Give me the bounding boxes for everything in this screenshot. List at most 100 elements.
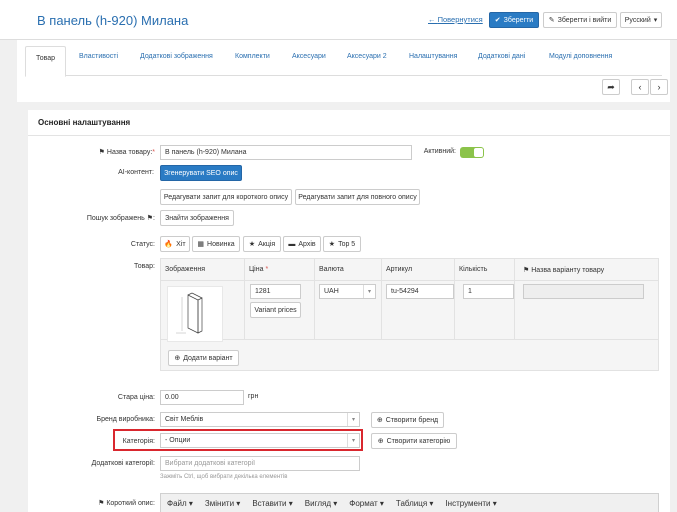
short-description-label: ⚑ Короткий опис: <box>98 499 155 507</box>
flag-icon: ⚑ <box>98 149 105 156</box>
edit-full-prompt-button[interactable]: Редагувати запит для повного опису <box>295 189 420 205</box>
save-button[interactable]: ✔ Зберегти <box>489 12 539 28</box>
caret-down-icon: ▾ <box>363 285 375 298</box>
menu-tools[interactable]: Інструменти ▾ <box>439 499 502 508</box>
add-variant-button[interactable]: ⊕ Додати варіант <box>168 350 239 366</box>
brand-label: Бренд виробника: <box>96 416 155 423</box>
edit-short-prompt-button[interactable]: Редагувати запит для короткого опису <box>160 189 292 205</box>
save-button-label: Зберегти <box>503 16 534 24</box>
back-link[interactable]: ← Повернутися <box>428 15 483 24</box>
old-price-label: Стара ціна: <box>117 394 155 401</box>
language-label: Русский <box>624 16 651 24</box>
tab-additional-images[interactable]: Додаткові зображення <box>140 53 213 60</box>
status-sale-label: Акція <box>258 240 276 248</box>
variant-prices-button[interactable]: Variant prices <box>250 302 301 318</box>
active-label: Активний: <box>423 148 456 155</box>
required-mark: * <box>263 266 269 273</box>
save-exit-label: Зберегти і вийти <box>557 16 612 24</box>
extra-categories-input[interactable]: Вибрати додаткові категорії <box>160 456 360 471</box>
variant-price-input[interactable]: 1281 <box>250 284 301 299</box>
save-and-exit-button[interactable]: ✎ Зберегти і вийти <box>543 12 617 28</box>
status-archive-button[interactable]: ▬ Архів <box>283 236 321 252</box>
create-brand-button[interactable]: ⊕ Створити бренд <box>371 412 444 428</box>
variant-quantity-input[interactable]: 1 <box>463 284 514 299</box>
menu-edit-label: Змінити <box>204 498 235 508</box>
chevron-left-icon[interactable]: ‹ <box>631 79 649 95</box>
menu-table-label: Таблиця <box>395 498 428 508</box>
share-icon[interactable]: ➦ <box>602 79 620 95</box>
category-select[interactable]: - Опции ▾ <box>160 433 360 448</box>
product-name-label: ⚑ Назва товару:* <box>99 148 155 156</box>
check-icon: ✔ <box>494 17 501 24</box>
menu-edit[interactable]: Змінити ▾ <box>199 499 246 508</box>
menu-format[interactable]: Формат ▾ <box>343 499 390 508</box>
status-hit-button[interactable]: 🔥 Хіт <box>160 236 190 252</box>
col-header-variant-name-text: Назва варіанту товару <box>531 267 605 274</box>
menu-file[interactable]: Файл ▾ <box>161 499 199 508</box>
variant-currency-select[interactable]: UAH ▾ <box>319 284 376 299</box>
back-link-label[interactable]: Повернутися <box>438 15 483 24</box>
divider <box>454 259 455 339</box>
edit-icon: ✎ <box>548 17 555 24</box>
variant-image-thumbnail[interactable] <box>167 286 223 342</box>
product-name-input[interactable]: В панель (h-920) Милана <box>160 145 412 160</box>
menu-view[interactable]: Вигляд ▾ <box>299 499 343 508</box>
editor-menubar: Файл ▾ Змінити ▾ Вставити ▾ Вигляд ▾ Фор… <box>160 493 659 512</box>
status-archive-label: Архів <box>298 240 316 248</box>
tab-bundles[interactable]: Комплекти <box>235 53 270 60</box>
top-bar: В панель (h-920) Милана ← Повернутися ✔ … <box>0 0 677 40</box>
status-new-label: Новинка <box>207 240 235 248</box>
status-top5-label: Top 5 <box>338 240 356 248</box>
col-header-price: Ціна * <box>249 266 268 273</box>
tab-settings[interactable]: Налаштування <box>409 53 457 60</box>
status-label: Статус: <box>130 241 155 248</box>
caret-down-icon: ▾ <box>347 413 359 426</box>
caret-down-icon: ▾ <box>347 434 359 447</box>
flag-icon: ⚑ <box>146 215 154 222</box>
variant-currency-value: UAH <box>324 288 339 295</box>
col-header-image: Зображення <box>165 266 206 273</box>
divider <box>514 259 515 339</box>
section-title: Основні налаштування <box>38 118 131 127</box>
product-name-label-text: Назва товару: <box>106 149 153 156</box>
create-brand-label: Створити бренд <box>385 416 439 424</box>
menu-insert-label: Вставити <box>252 498 287 508</box>
product-variants-label: Товар: <box>134 263 155 270</box>
tab-accessories[interactable]: Аксесуари <box>292 53 326 60</box>
active-toggle[interactable] <box>460 147 484 158</box>
add-variant-label: Додати варіант <box>183 354 233 362</box>
tab-addon-modules[interactable]: Модулі доповнення <box>549 53 612 60</box>
divider <box>161 339 658 340</box>
language-dropdown[interactable]: Русский ▾ <box>620 12 662 28</box>
col-header-variant-name: ⚑ Назва варіанту товару <box>523 266 604 274</box>
menu-table[interactable]: Таблиця ▾ <box>390 499 440 508</box>
tab-additional-data[interactable]: Додаткові дані <box>478 53 525 60</box>
variant-name-input[interactable] <box>523 284 644 299</box>
toggle-knob <box>474 148 483 157</box>
category-label: Категорія: <box>122 438 155 445</box>
plus-circle-icon: ⊕ <box>174 355 181 362</box>
tab-properties[interactable]: Властивості <box>79 53 118 60</box>
star-icon: ★ <box>248 241 256 248</box>
divider <box>161 280 658 281</box>
status-sale-button[interactable]: ★ Акція <box>243 236 281 252</box>
flag-icon: ⚑ <box>523 267 530 274</box>
find-images-button[interactable]: Знайти зображення <box>160 210 234 226</box>
generate-seo-button[interactable]: Згенерувати SEO опис <box>160 165 242 181</box>
status-new-button[interactable]: ▦ Новинка <box>192 236 240 252</box>
brand-select[interactable]: Світ Меблів ▾ <box>160 412 360 427</box>
variant-sku-input[interactable]: tu-54294 <box>386 284 454 299</box>
tab-accessories-2[interactable]: Аксесуари 2 <box>347 53 387 60</box>
chevron-right-icon[interactable]: › <box>650 79 668 95</box>
menu-file-label: Файл <box>167 498 187 508</box>
col-header-quantity: Кількість <box>459 266 488 273</box>
panel-heading: Основні налаштування <box>28 110 670 136</box>
tab-product[interactable]: Товар <box>25 46 67 77</box>
old-price-input[interactable]: 0.00 <box>160 390 244 405</box>
status-top5-button[interactable]: ★ Top 5 <box>323 236 361 252</box>
panel-drawing-icon <box>176 292 203 334</box>
page-title: В панель (h-920) Милана <box>37 13 189 28</box>
menu-insert[interactable]: Вставити ▾ <box>246 499 298 508</box>
col-header-sku: Артикул <box>386 266 413 273</box>
create-category-button[interactable]: ⊕ Створити категорію <box>371 433 457 449</box>
